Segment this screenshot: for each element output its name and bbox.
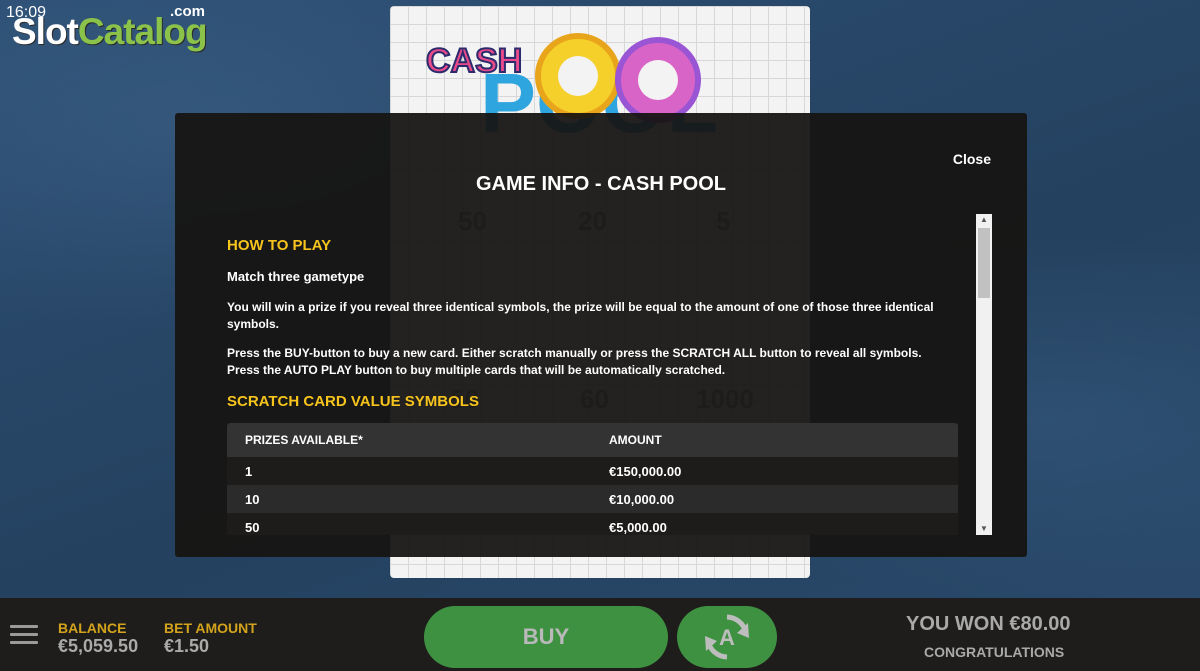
win-amount-text: YOU WON €80.00 [906,613,1071,635]
symbols-heading: SCRATCH CARD VALUE SYMBOLS [227,393,479,410]
autoplay-icon: A [705,614,749,660]
prize-table: PRIZES AVAILABLE* AMOUNT 1 €150,000.00 1… [227,423,958,535]
balance-value: €5,059.50 [58,636,139,656]
modal-title: GAME INFO - CASH POOL [476,173,726,195]
watermark-logo: SlotCatalog .com [12,4,208,54]
table-row: 50 €5,000.00 [227,513,958,535]
column-header-amount: AMOUNT [609,433,662,447]
how-to-play-heading: HOW TO PLAY [227,237,332,254]
cell-prizes: 50 [245,519,260,535]
bottom-bar: BALANCE €5,059.50 BET AMOUNT €1.50 BUY A… [0,598,1200,671]
cell-amount: €10,000.00 [609,491,675,507]
hamburger-menu-icon[interactable] [10,625,38,645]
scroll-down-arrow-icon[interactable]: ▼ [976,523,992,535]
cell-amount: €150,000.00 [609,463,682,479]
bet-amount-value[interactable]: €1.50 [164,636,209,657]
how-to-play-paragraph-1: You will win a prize if you reveal three… [227,300,934,331]
close-button[interactable]: Close [953,151,991,167]
svg-text:A: A [719,625,735,650]
table-row: 1 €150,000.00 [227,457,958,485]
cell-prizes: 1 [245,463,253,479]
table-header: PRIZES AVAILABLE* AMOUNT [227,423,958,457]
autoplay-button[interactable]: A [677,606,777,668]
cell-prizes: 10 [245,491,260,507]
how-to-play-paragraph-2: Press the BUY-button to buy a new card. … [227,346,922,377]
table-row: 10 €10,000.00 [227,485,958,513]
info-content[interactable]: HOW TO PLAY Match three gametype You wil… [227,229,962,535]
scroll-up-arrow-icon[interactable]: ▲ [976,214,992,226]
gametype-subheading: Match three gametype [227,269,365,284]
cell-amount: €5,000.00 [609,519,667,535]
column-header-prizes: PRIZES AVAILABLE* [245,433,363,447]
congratulations-text: CONGRATULATIONS [924,644,1065,660]
watermark-slot: Slot [12,11,79,52]
game-info-modal: Close GAME INFO - CASH POOL HOW TO PLAY … [175,113,1027,557]
scrollbar-thumb[interactable] [978,228,990,298]
buy-button[interactable]: BUY [424,606,668,668]
balance-label: BALANCE [58,620,127,636]
watermark-suffix: .com [170,3,206,20]
scrollbar[interactable]: ▲ ▼ [976,214,992,535]
bet-amount-label: BET AMOUNT [164,620,257,636]
